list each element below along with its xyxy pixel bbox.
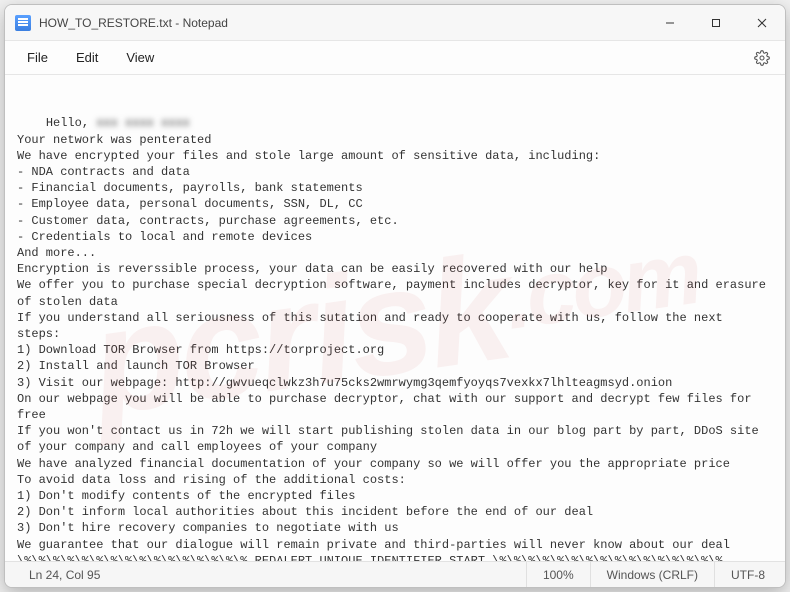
window-controls [647,5,785,41]
menubar: File Edit View [5,41,785,75]
status-zoom[interactable]: 100% [526,562,590,587]
text-editor[interactable]: pcrisk.com Hello, xxx xxxx xxxx Your net… [5,75,785,561]
status-encoding: UTF-8 [714,562,781,587]
window-title: HOW_TO_RESTORE.txt - Notepad [39,16,228,30]
menu-file[interactable]: File [13,46,62,69]
gear-icon [754,50,770,66]
notepad-icon [15,15,31,31]
settings-button[interactable] [747,43,777,73]
body-hello-redacted: xxx xxxx xxxx [96,115,190,131]
titlebar: HOW_TO_RESTORE.txt - Notepad [5,5,785,41]
notepad-window: HOW_TO_RESTORE.txt - Notepad File Edit V… [4,4,786,588]
close-button[interactable] [739,5,785,41]
body-hello-prefix: Hello, [46,116,96,130]
maximize-button[interactable] [693,5,739,41]
statusbar: Ln 24, Col 95 100% Windows (CRLF) UTF-8 [5,561,785,587]
menu-view[interactable]: View [112,46,168,69]
body-text: Your network was penterated We have encr… [17,133,773,561]
status-cursor: Ln 24, Col 95 [13,562,116,587]
menu-edit[interactable]: Edit [62,46,112,69]
status-eol: Windows (CRLF) [590,562,714,587]
minimize-button[interactable] [647,5,693,41]
